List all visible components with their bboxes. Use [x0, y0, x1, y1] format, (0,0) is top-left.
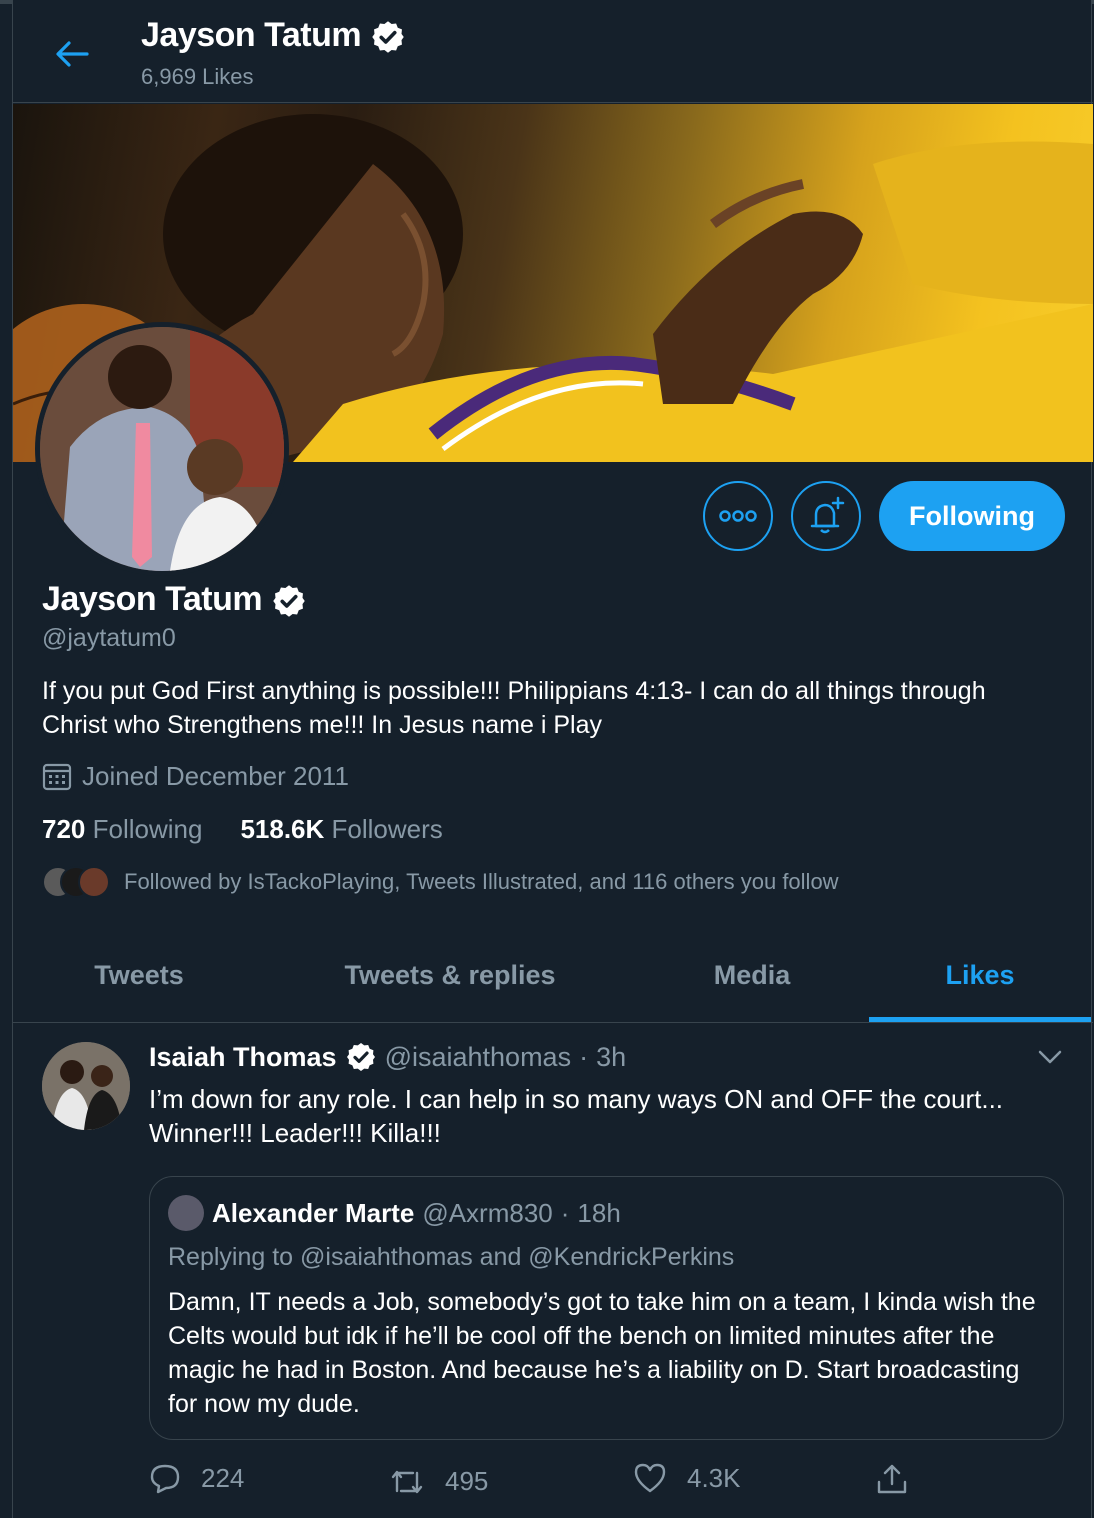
quoted-time: 18h [577, 1197, 621, 1228]
followed-by-row[interactable]: Followed by IsTackoPlaying, Tweets Illus… [42, 866, 839, 898]
heart-icon [634, 1463, 666, 1493]
quoted-tweet[interactable]: Alexander Marte @Axrm830 · 18h Replying … [149, 1176, 1064, 1440]
profile-tabs: Tweets Tweets & replies Media Likes [13, 928, 1093, 1023]
tweet-author-avatar[interactable] [42, 1042, 130, 1130]
quoted-replying-to: Replying to @isaiahthomas and @KendrickP… [168, 1243, 735, 1271]
quoted-author-avatar [168, 1195, 204, 1231]
like-button[interactable]: 4.3K [633, 1462, 741, 1494]
quoted-author-handle: @Axrm830 [422, 1197, 553, 1228]
header-title: Jayson Tatum [141, 16, 406, 55]
quoted-separator: · [560, 1197, 570, 1228]
back-button[interactable] [51, 36, 91, 72]
calendar-icon [42, 763, 72, 790]
like-count: 4.3K [687, 1462, 741, 1493]
tweet-author-handle[interactable]: @isaiahthomas [385, 1042, 572, 1073]
header-name: Jayson Tatum [141, 16, 362, 54]
profile-bio: If you put God First anything is possibl… [42, 677, 986, 739]
tweet-separator: · [579, 1041, 589, 1072]
more-options-button[interactable] [703, 481, 773, 551]
chevron-down-icon [1038, 1050, 1062, 1064]
following-count: 720 [42, 814, 86, 844]
active-tab-indicator [869, 1017, 1091, 1022]
followers-count: 518.6K [240, 814, 325, 844]
tab-tweets[interactable]: Tweets [13, 928, 265, 1023]
verified-badge-icon [346, 1043, 375, 1071]
tweet-menu-button[interactable] [1037, 1044, 1063, 1070]
profile-column: Jayson Tatum 6,969 Likes Following Jayso… [12, 0, 1093, 1518]
follow-counts: 720 Following 518.6K Followers [42, 814, 443, 845]
quoted-tweet-header: Alexander Marte @Axrm830 · 18h [168, 1195, 621, 1231]
header-likes-count: 6,969 Likes [141, 64, 254, 89]
retweet-count: 495 [445, 1466, 489, 1496]
arrow-left-icon [56, 41, 89, 67]
share-button[interactable] [875, 1462, 909, 1496]
tweet-time[interactable]: 3h [596, 1042, 626, 1073]
tab-tweets-replies[interactable]: Tweets & replies [265, 928, 635, 1023]
tab-likes[interactable]: Likes [869, 928, 1091, 1023]
profile-handle: @jaytatum0 [42, 624, 176, 652]
verified-badge-icon [273, 585, 305, 617]
more-icon [719, 510, 757, 522]
tweet-actions: 224 495 4.3K [149, 1462, 1079, 1512]
notifications-button[interactable] [791, 481, 861, 551]
followers-label: Followers [331, 814, 443, 844]
quoted-author-name: Alexander Marte [212, 1197, 415, 1228]
tweet-avatar-photo [42, 1042, 130, 1130]
joined-date: Joined December 2011 [82, 761, 349, 791]
share-icon [877, 1464, 907, 1494]
retweet-button[interactable]: 495 [389, 1466, 488, 1497]
following-link[interactable]: 720 Following [42, 814, 202, 845]
tweet-author-name[interactable]: Isaiah Thomas [149, 1042, 337, 1073]
mini-avatar [78, 866, 110, 898]
retweet-icon [391, 1470, 423, 1493]
profile-name-row: Jayson Tatum [42, 580, 307, 619]
bell-plus-icon [810, 496, 845, 534]
followed-by-text: Followed by IsTackoPlaying, Tweets Illus… [124, 869, 839, 894]
profile-name: Jayson Tatum [42, 580, 263, 618]
reply-count: 224 [201, 1462, 245, 1493]
followers-you-know-avatars [42, 866, 110, 898]
verified-badge-icon [372, 21, 404, 53]
reply-icon [150, 1464, 180, 1494]
followers-link[interactable]: 518.6K Followers [240, 814, 442, 845]
following-button[interactable]: Following [879, 481, 1065, 551]
profile-joined: Joined December 2011 [42, 761, 349, 792]
tab-media[interactable]: Media [635, 928, 869, 1023]
quoted-tweet-text: Damn, IT needs a Job, somebody’s got to … [168, 1288, 1036, 1418]
profile-header: Jayson Tatum 6,969 Likes [13, 0, 1093, 103]
avatar-photo [40, 327, 284, 571]
reply-button[interactable]: 224 [149, 1462, 244, 1494]
tweet-header: Isaiah Thomas @isaiahthomas · 3h [149, 1041, 626, 1073]
profile-avatar[interactable] [35, 322, 289, 576]
following-label: Following [92, 814, 203, 844]
tweet-text: I’m down for any role. I can help in so … [149, 1084, 1004, 1148]
